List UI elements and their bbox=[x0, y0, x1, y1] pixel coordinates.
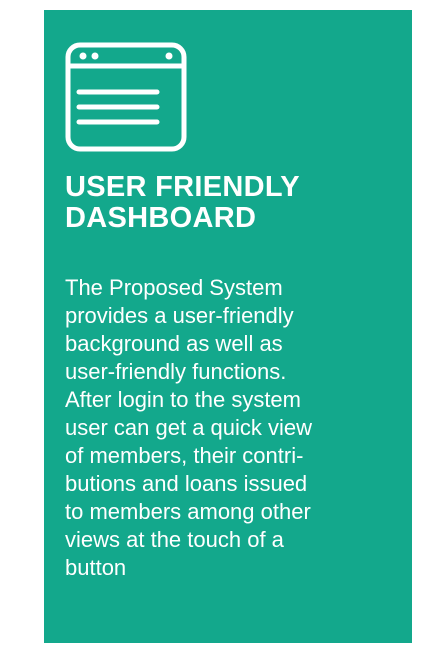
description-line: user can get a quick view bbox=[65, 415, 313, 440]
browser-window-icon bbox=[65, 42, 187, 152]
description-line: to members among other bbox=[65, 499, 311, 524]
description-line: butions and loans issued bbox=[65, 471, 308, 496]
description-line: views at the touch of a bbox=[65, 527, 284, 552]
card-title-line: DASHBOARD bbox=[65, 202, 257, 234]
description-line: user-friendly functions. bbox=[65, 359, 287, 384]
description-line: The Proposed System bbox=[65, 275, 283, 300]
description-line: button bbox=[65, 555, 127, 580]
feature-card: USER FRIENDLY DASHBOARD The Proposed Sys… bbox=[44, 10, 412, 643]
description-line: of members, their contri- bbox=[65, 443, 304, 468]
description-line: provides a user-friendly bbox=[65, 303, 294, 328]
description-line: After login to the system bbox=[65, 387, 301, 412]
description-line: background as well as bbox=[65, 331, 283, 356]
card-title-line: USER FRIENDLY bbox=[65, 171, 300, 203]
card-title: USER FRIENDLY DASHBOARD bbox=[65, 172, 392, 234]
card-description: The Proposed System provides a user-frie… bbox=[65, 274, 365, 582]
